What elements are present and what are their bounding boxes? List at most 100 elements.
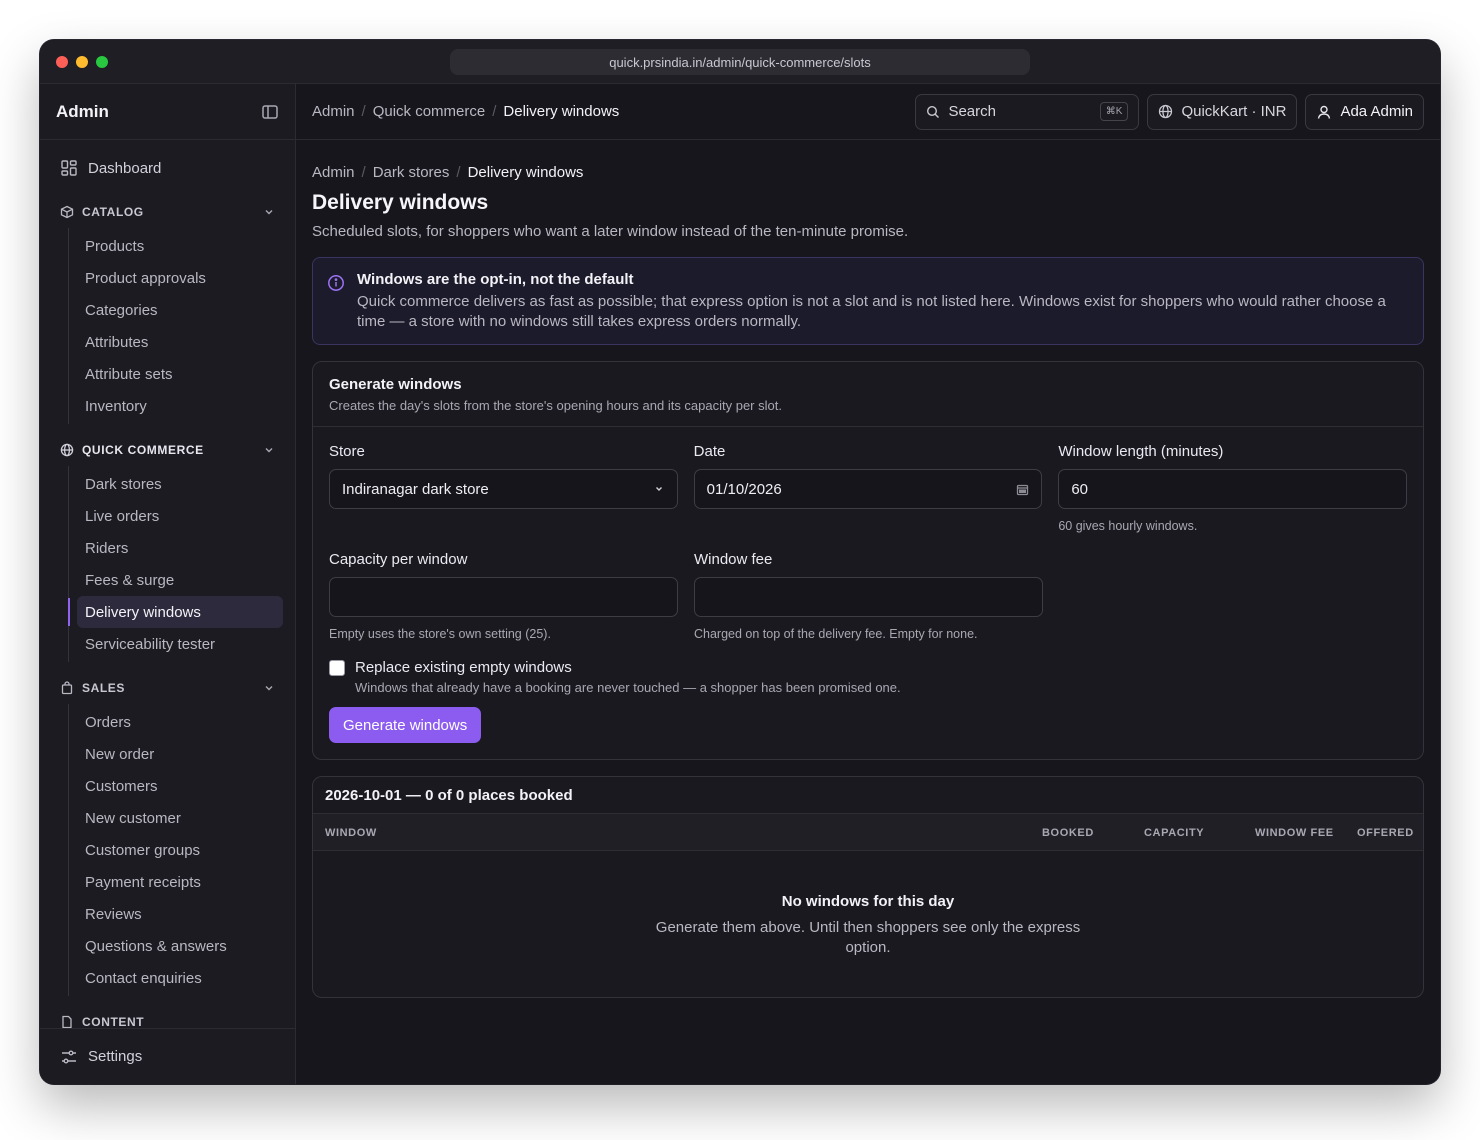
chevron-down-icon[interactable] (263, 206, 275, 218)
column-header-booked: BOOKED (1042, 827, 1094, 839)
sidebar-item-settings[interactable]: Settings (40, 1028, 295, 1084)
breadcrumb-separator: / (361, 164, 366, 181)
sidebar-item-attribute-sets[interactable]: Attribute sets (77, 358, 283, 390)
store-switcher-label: QuickKart · INR (1181, 103, 1287, 120)
table-header-row: WINDOW BOOKED CAPACITY WINDOW FEE OFFERE… (313, 814, 1423, 851)
browser-titlebar: quick.prsindia.in/admin/quick-commerce/s… (40, 40, 1440, 84)
sidebar-section-sales[interactable]: SALES (40, 672, 295, 704)
store-switcher-button[interactable]: QuickKart · INR (1147, 93, 1298, 130)
card-header: Generate windows Creates the day's slots… (313, 362, 1423, 427)
sidebar: Admin Dashboard CATALOG Products Product… (40, 84, 296, 1084)
sidebar-item-serviceability-tester[interactable]: Serviceability tester (77, 628, 283, 660)
empty-state: No windows for this day Generate them ab… (313, 851, 1423, 958)
sidebar-item-categories[interactable]: Categories (77, 294, 283, 326)
window-fee-input[interactable] (694, 577, 1043, 617)
search-shortcut-badge: ⌘K (1099, 102, 1129, 121)
sidebar-item-products[interactable]: Products (77, 230, 283, 262)
chevron-down-icon (653, 483, 665, 495)
sidebar-item-dashboard[interactable]: Dashboard (40, 150, 295, 186)
address-bar[interactable]: quick.prsindia.in/admin/quick-commerce/s… (450, 49, 1030, 75)
chevron-down-icon[interactable] (263, 444, 275, 456)
sidebar-title: Admin (56, 101, 109, 121)
sidebar-item-customers[interactable]: Customers (77, 770, 283, 802)
sidebar-item-live-orders[interactable]: Live orders (77, 500, 283, 532)
column-header-capacity: CAPACITY (1144, 827, 1205, 839)
sidebar-item-customer-groups[interactable]: Customer groups (77, 834, 283, 866)
user-menu-button[interactable]: Ada Admin (1305, 93, 1424, 130)
replace-option: Replace existing empty windows Windows t… (329, 659, 1407, 695)
sidebar-section-quick-commerce[interactable]: QUICK COMMERCE (40, 434, 295, 466)
page-title: Delivery windows (312, 191, 489, 214)
breadcrumb-admin[interactable]: Admin (312, 103, 355, 120)
topbar-actions: Search ⌘K QuickKart · INR Ada Admin (915, 93, 1424, 130)
capacity-field: Capacity per window Empty uses the store… (329, 551, 678, 643)
store-label: Store (329, 443, 365, 460)
catalog-items: Products Product approvals Categories At… (68, 228, 283, 424)
store-select-value: Indiranagar dark store (342, 480, 489, 498)
generate-windows-button[interactable]: Generate windows (329, 707, 482, 743)
column-header-window: WINDOW (325, 827, 377, 839)
store-select[interactable]: Indiranagar dark store (329, 469, 678, 509)
breadcrumb-dark-stores[interactable]: Dark stores (373, 164, 450, 181)
breadcrumb-separator: / (456, 164, 461, 181)
sales-items: Orders New order Customers New customer … (68, 704, 283, 996)
search-icon (926, 105, 940, 119)
breadcrumb-admin[interactable]: Admin (312, 164, 355, 181)
alert-body: Quick commerce delivers as fast as possi… (357, 293, 1386, 330)
date-label: Date (693, 443, 726, 460)
user-name: Ada Admin (1340, 103, 1413, 120)
page-subtitle: Scheduled slots, for shoppers who want a… (312, 223, 909, 240)
chevron-down-icon[interactable] (263, 682, 275, 694)
sidebar-item-contact-enquiries[interactable]: Contact enquiries (77, 962, 283, 994)
sidebar-item-label: Settings (88, 1048, 143, 1065)
sidebar-toggle-icon[interactable] (261, 103, 279, 121)
sidebar-item-attributes[interactable]: Attributes (77, 326, 283, 358)
document-icon (60, 1015, 74, 1028)
breadcrumb-separator: / (361, 103, 366, 120)
sidebar-item-delivery-windows[interactable]: Delivery windows (68, 596, 283, 628)
sidebar-item-new-customer[interactable]: New customer (77, 802, 283, 834)
sidebar-section-label: CONTENT (82, 1015, 145, 1028)
sidebar-item-inventory[interactable]: Inventory (77, 390, 283, 422)
breadcrumb-separator: / (492, 103, 497, 120)
window-fee-field: Window fee Charged on top of the deliver… (694, 551, 1043, 643)
globe-icon (60, 443, 74, 457)
sidebar-item-questions-answers[interactable]: Questions & answers (77, 930, 283, 962)
sidebar-nav[interactable]: Dashboard CATALOG Products Product appro… (40, 140, 295, 1028)
sidebar-section-catalog[interactable]: CATALOG (40, 196, 295, 228)
user-icon (1316, 104, 1332, 120)
sidebar-item-new-order[interactable]: New order (77, 738, 283, 770)
sidebar-item-payment-receipts[interactable]: Payment receipts (77, 866, 283, 898)
date-field: Date 01/10/2026 (693, 443, 1043, 535)
sidebar-item-fees-surge[interactable]: Fees & surge (77, 564, 283, 596)
sidebar-section-content[interactable]: CONTENT (40, 1006, 295, 1028)
window-fee-hint: Charged on top of the delivery fee. Empt… (694, 627, 978, 641)
sidebar-item-reviews[interactable]: Reviews (77, 898, 283, 930)
minimize-window-button[interactable] (76, 56, 88, 68)
sidebar-item-riders[interactable]: Riders (77, 532, 283, 564)
close-window-button[interactable] (56, 56, 68, 68)
date-input[interactable]: 01/10/2026 (693, 469, 1043, 509)
breadcrumb: Admin / Quick commerce / Delivery window… (312, 103, 619, 120)
zoom-window-button[interactable] (96, 56, 108, 68)
replace-checkbox[interactable] (329, 660, 345, 676)
capacity-input[interactable] (329, 577, 678, 617)
breadcrumb-quick-commerce[interactable]: Quick commerce (373, 103, 486, 120)
sidebar-item-orders[interactable]: Orders (77, 706, 283, 738)
search-button[interactable]: Search ⌘K (915, 93, 1140, 130)
window-length-value: 60 (1071, 480, 1089, 498)
replace-label[interactable]: Replace existing empty windows (355, 659, 901, 676)
calendar-icon[interactable] (1016, 483, 1029, 496)
sidebar-item-product-approvals[interactable]: Product approvals (77, 262, 283, 294)
main-content: Admin / Dark stores / Delivery windows D… (296, 140, 1440, 1084)
search-label: Search (948, 103, 996, 120)
alert-title: Windows are the opt-in, not the default (357, 271, 634, 288)
table-caption: 2026-10-01 — 0 of 0 places booked (313, 777, 1423, 814)
column-header-offered: OFFERED (1357, 827, 1414, 839)
window-length-input[interactable]: 60 (1058, 469, 1408, 509)
shopping-bag-icon (60, 681, 74, 695)
sidebar-section-label: CATALOG (82, 205, 144, 219)
sidebar-section-label: QUICK COMMERCE (82, 443, 204, 457)
store-field: Store Indiranagar dark store (329, 443, 678, 535)
sidebar-item-dark-stores[interactable]: Dark stores (77, 468, 283, 500)
